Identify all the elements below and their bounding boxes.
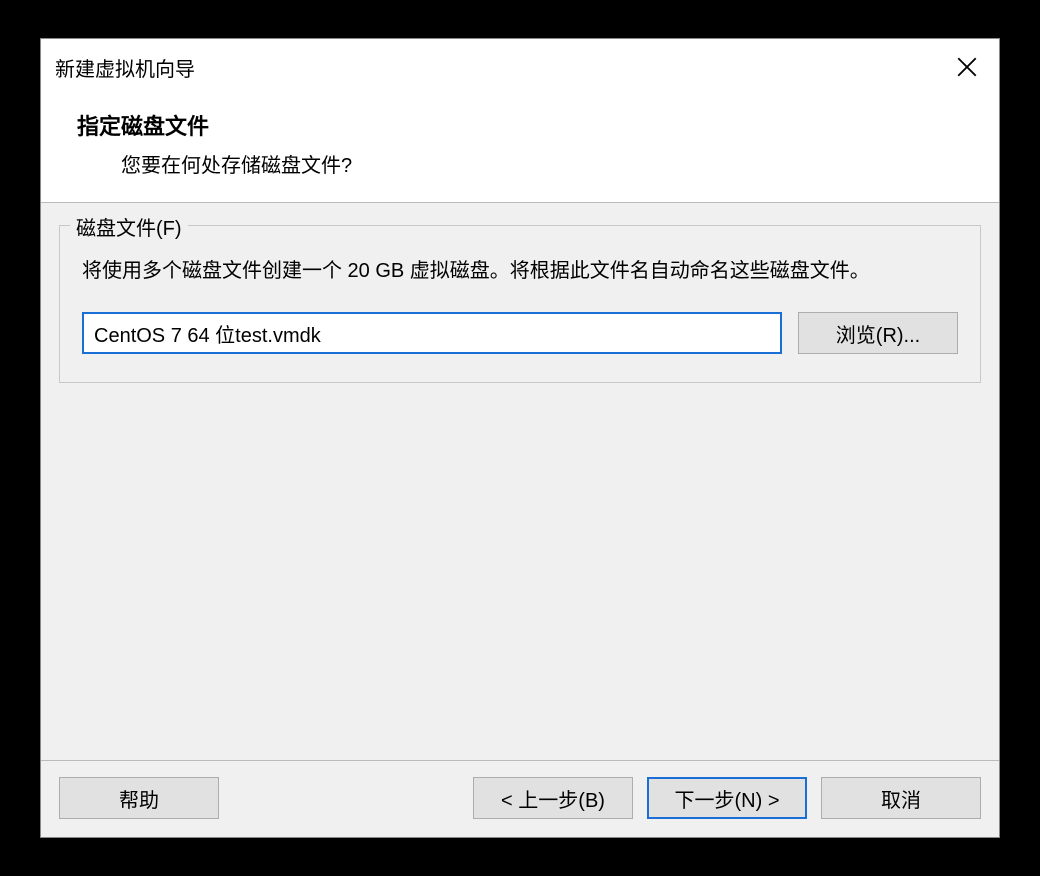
wizard-footer: 帮助 < 上一步(B) 下一步(N) > 取消	[41, 760, 999, 837]
help-button[interactable]: 帮助	[59, 777, 219, 819]
content-area: 磁盘文件(F) 将使用多个磁盘文件创建一个 20 GB 虚拟磁盘。将根据此文件名…	[41, 203, 999, 760]
wizard-dialog: 新建虚拟机向导 指定磁盘文件 您要在何处存储磁盘文件? 磁盘文件(F) 将使用多…	[40, 38, 1000, 838]
page-subtitle: 您要在何处存储磁盘文件?	[121, 149, 971, 178]
next-button[interactable]: 下一步(N) >	[647, 777, 807, 819]
page-title: 指定磁盘文件	[77, 109, 971, 141]
file-input-row: 浏览(R)...	[82, 312, 958, 354]
dialog-title: 新建虚拟机向导	[55, 53, 195, 82]
fieldset-description: 将使用多个磁盘文件创建一个 20 GB 虚拟磁盘。将根据此文件名自动命名这些磁盘…	[82, 254, 958, 288]
close-icon	[957, 57, 977, 77]
browse-button[interactable]: 浏览(R)...	[798, 312, 958, 354]
wizard-header: 指定磁盘文件 您要在何处存储磁盘文件?	[41, 93, 999, 203]
fieldset-legend: 磁盘文件(F)	[70, 212, 188, 241]
titlebar: 新建虚拟机向导	[41, 39, 999, 93]
back-button[interactable]: < 上一步(B)	[473, 777, 633, 819]
disk-file-input[interactable]	[82, 312, 782, 354]
cancel-button[interactable]: 取消	[821, 777, 981, 819]
disk-file-fieldset: 磁盘文件(F) 将使用多个磁盘文件创建一个 20 GB 虚拟磁盘。将根据此文件名…	[59, 225, 981, 383]
spacer	[59, 383, 981, 750]
close-button[interactable]	[949, 49, 985, 85]
